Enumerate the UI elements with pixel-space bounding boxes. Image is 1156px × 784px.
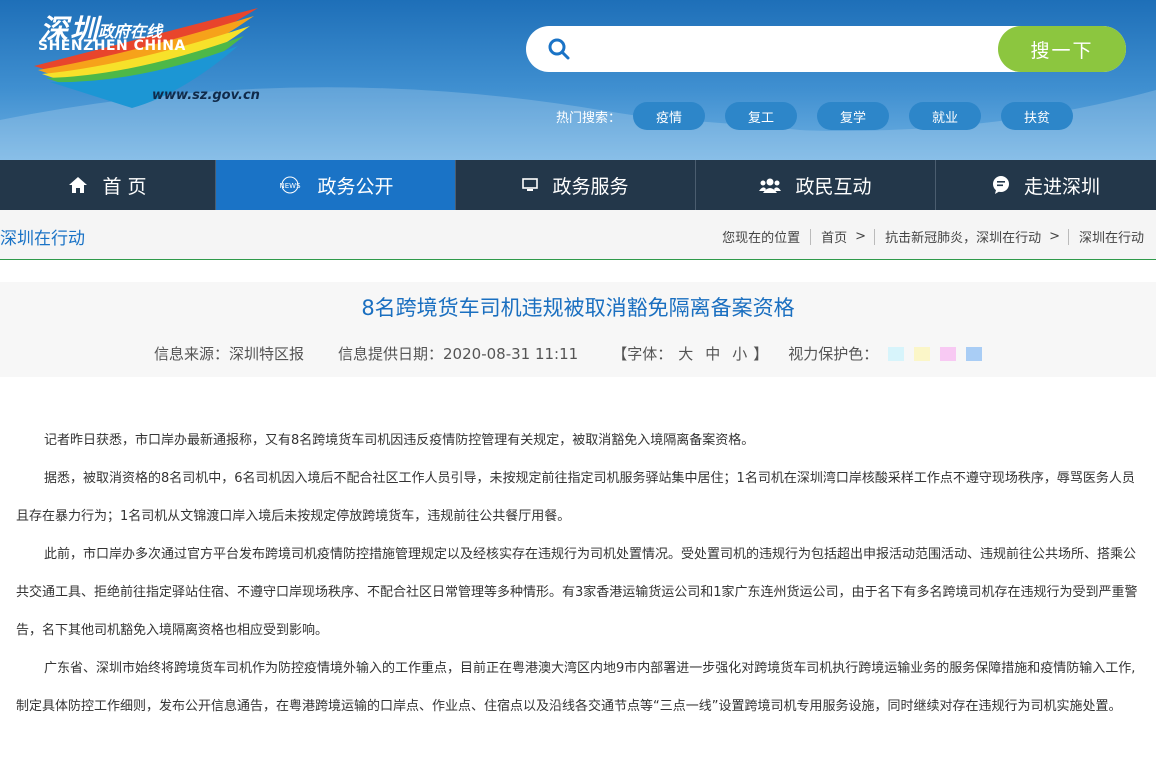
eye-color-blue-swatch[interactable] <box>966 346 983 361</box>
nav-label: 首 页 <box>102 175 147 198</box>
chat-icon <box>992 176 1010 194</box>
breadcrumb-arrow-icon: > <box>1049 229 1060 244</box>
article-paragraph: 据悉，被取消资格的8名司机中，6名司机因入境后不配合社区工作人员引导，未按规定前… <box>16 471 1135 524</box>
font-small-button[interactable]: 小 <box>732 343 747 364</box>
monitor-icon <box>522 178 539 192</box>
breadcrumb-divider <box>1067 228 1069 245</box>
search-icon[interactable] <box>548 38 570 64</box>
search-box: 搜一下 <box>526 26 1126 72</box>
font-large-button[interactable]: 大 <box>678 343 693 364</box>
article-meta: 信息来源：深圳特区报 信息提供日期：2020-08-31 11:11 【字体： … <box>154 343 983 364</box>
article-paragraph: 广东省、深圳市始终将跨境货车司机作为防控疫情境外输入的工作重点，目前正在粤港澳大… <box>16 661 1136 714</box>
breadcrumb: 您现在的位置 首页 > 抗击新冠肺炎，深圳在行动 > 深圳在行动 <box>722 227 1144 246</box>
article-paragraph: 此前，市口岸办多次通过官方平台发布跨境司机疫情防控措施管理规定以及经核实存在违规… <box>16 547 1138 638</box>
search-button[interactable]: 搜一下 <box>998 26 1126 72</box>
hot-tag-jiuye[interactable]: 就业 <box>909 102 982 130</box>
breadcrumb-item-campaign[interactable]: 抗击新冠肺炎，深圳在行动 <box>885 227 1041 246</box>
nav-item-services[interactable]: 政务服务 <box>456 160 696 210</box>
nav-item-shenzhen[interactable]: 走进深圳 <box>936 160 1156 210</box>
eye-color-pink-swatch[interactable] <box>940 346 957 361</box>
eye-color-cyan-swatch[interactable] <box>888 346 905 361</box>
news-icon: NEWS <box>277 176 303 194</box>
eye-color-yellow-swatch[interactable] <box>914 346 931 361</box>
logo-url-text: www.sz.gov.cn <box>152 88 260 103</box>
nav-item-home[interactable]: 首 页 <box>0 160 216 210</box>
breadcrumb-bar: 深圳在行动 您现在的位置 首页 > 抗击新冠肺炎，深圳在行动 > 深圳在行动 <box>0 210 1156 260</box>
nav-item-interaction[interactable]: 政民互动 <box>696 160 936 210</box>
hot-search-bar: 热门搜索： 疫情 复工 复学 就业 扶贫 <box>556 102 1093 130</box>
nav-label: 政务公开 <box>317 175 394 198</box>
hot-tag-fugong[interactable]: 复工 <box>725 102 798 130</box>
hot-search-label: 热门搜索： <box>556 110 622 126</box>
main-nav: 首 页 NEWS 政务公开 政务服务 政民互动 走进深圳 <box>0 160 1156 210</box>
article-source: 信息来源：深圳特区报 <box>154 345 305 363</box>
article-body: 记者昨日获悉，市口岸办最新通报称，又有8名跨境货车司机因违反疫情防控管理有关规定… <box>16 422 1140 726</box>
site-header: 深圳 政府在线 SHENZHEN CHINA www.sz.gov.cn 搜一下… <box>0 0 1156 160</box>
font-close-bracket: 】 <box>753 345 769 363</box>
breadcrumb-divider <box>874 228 876 245</box>
search-input[interactable] <box>586 34 1006 64</box>
hot-tag-yiqing[interactable]: 疫情 <box>633 102 706 130</box>
article-header: 8名跨境货车司机违规被取消豁免隔离备案资格 信息来源：深圳特区报 信息提供日期：… <box>0 282 1156 377</box>
people-icon <box>759 177 782 193</box>
breadcrumb-item-home[interactable]: 首页 <box>821 227 847 246</box>
nav-label: 走进深圳 <box>1023 175 1100 198</box>
article-paragraph: 记者昨日获悉，市口岸办最新通报称，又有8名跨境货车司机因违反疫情防控管理有关规定… <box>44 433 755 448</box>
hot-tag-fuxue[interactable]: 复学 <box>817 102 890 130</box>
breadcrumb-item-current[interactable]: 深圳在行动 <box>1079 227 1144 246</box>
nav-label: 政民互动 <box>795 175 872 198</box>
font-label: 【字体： <box>612 345 673 363</box>
article-title: 8名跨境货车司机违规被取消豁免隔离备案资格 <box>361 296 795 320</box>
article-date: 信息提供日期：2020-08-31 11:11 <box>338 345 579 363</box>
breadcrumb-arrow-icon: > <box>855 229 867 244</box>
location-label: 您现在的位置 <box>722 231 801 246</box>
home-icon <box>68 176 88 194</box>
breadcrumb-divider <box>810 228 812 245</box>
section-title[interactable]: 深圳在行动 <box>0 224 85 249</box>
nav-item-government-affairs[interactable]: NEWS 政务公开 <box>216 160 456 210</box>
nav-label: 政务服务 <box>552 175 629 198</box>
logo-english-text: SHENZHEN CHINA <box>38 38 186 54</box>
font-size-selector: 【字体： 大 中 小 】 <box>612 343 768 364</box>
svg-text:NEWS: NEWS <box>280 182 302 190</box>
hot-tag-fupin[interactable]: 扶贫 <box>1001 102 1074 130</box>
font-medium-button[interactable]: 中 <box>705 343 720 364</box>
eye-protect-label: 视力保护色： <box>788 345 879 363</box>
